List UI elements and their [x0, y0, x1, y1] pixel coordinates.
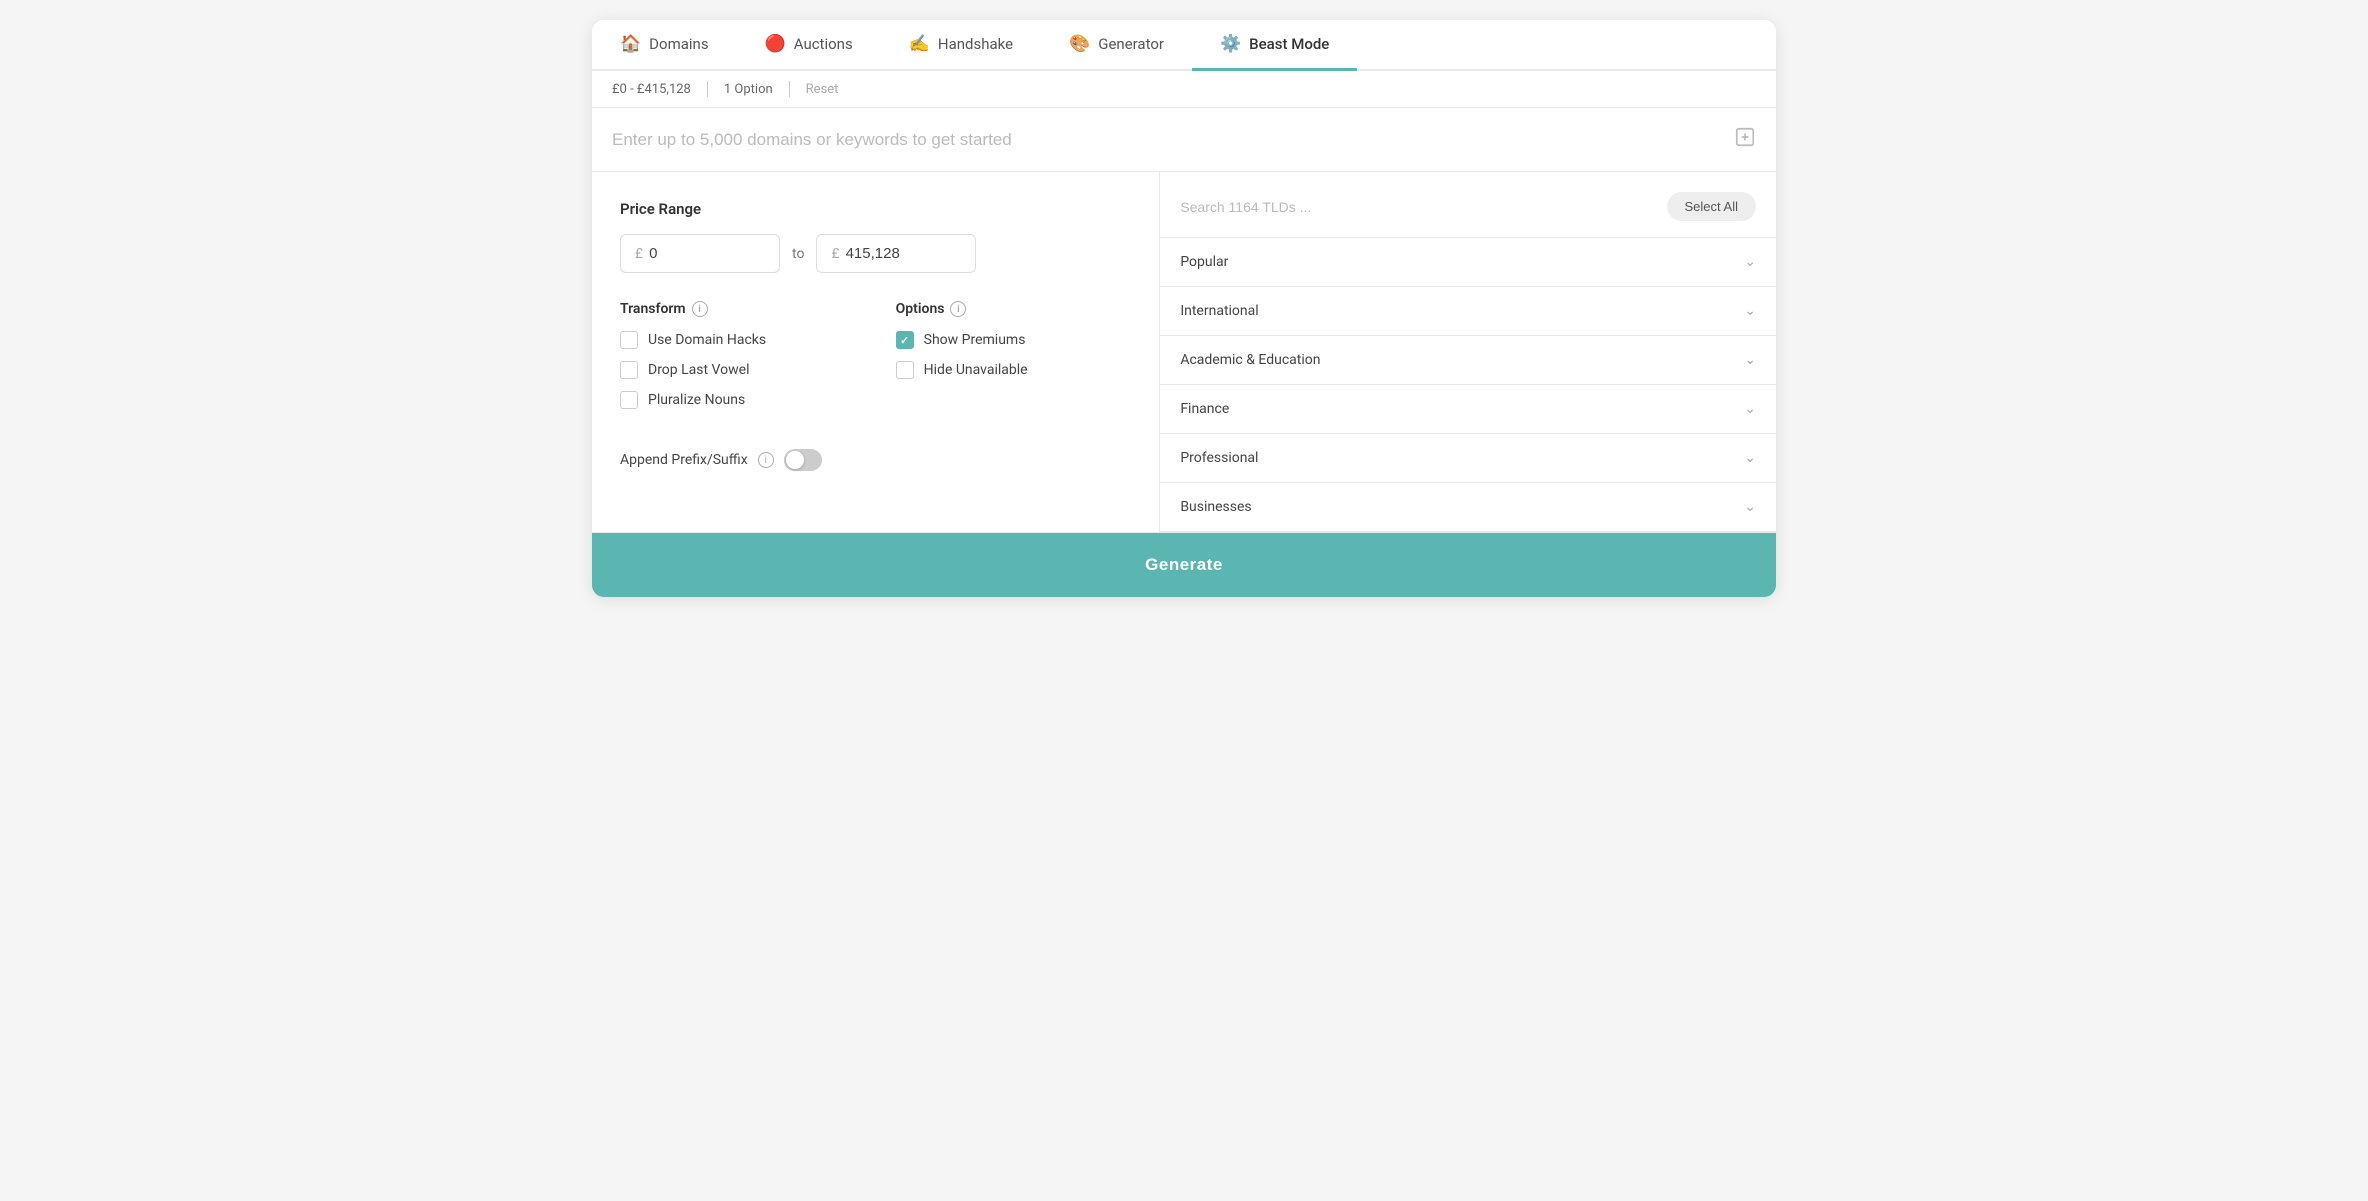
tld-category-businesses-header[interactable]: Businesses ⌄ — [1160, 483, 1776, 531]
hide-unavailable-row[interactable]: Hide Unavailable — [896, 361, 1132, 379]
tab-auctions[interactable]: 🔴 Auctions — [737, 20, 881, 71]
price-min-input[interactable] — [649, 245, 765, 262]
append-toggle[interactable] — [784, 449, 822, 471]
tld-category-professional: Professional ⌄ — [1160, 434, 1776, 483]
upload-icon[interactable] — [1734, 126, 1756, 153]
pluralize-nouns-row[interactable]: Pluralize Nouns — [620, 391, 856, 409]
price-max-input[interactable] — [846, 245, 962, 262]
options-row: Transform i Use Domain Hacks Drop Last V… — [620, 301, 1131, 421]
tld-category-academic-header[interactable]: Academic & Education ⌄ — [1160, 336, 1776, 384]
transform-info-icon[interactable]: i — [692, 301, 708, 317]
search-area — [592, 108, 1776, 172]
tld-category-international-header[interactable]: International ⌄ — [1160, 287, 1776, 335]
tld-search-input[interactable] — [1180, 199, 1654, 215]
filter-divider-2 — [789, 81, 790, 97]
app-container: 🏠 Domains 🔴 Auctions ✍️ Handshake 🎨 Gene… — [592, 20, 1776, 597]
left-panel: Price Range £ to £ Transform i — [592, 172, 1160, 532]
reset-button[interactable]: Reset — [806, 82, 839, 97]
beast-mode-icon: ⚙️ — [1220, 34, 1241, 54]
append-info-icon[interactable]: i — [758, 452, 774, 468]
chevron-popular-icon: ⌄ — [1744, 254, 1756, 270]
pluralize-nouns-checkbox[interactable] — [620, 391, 638, 409]
price-max-input-wrapper: £ — [816, 234, 976, 273]
use-domain-hacks-row[interactable]: Use Domain Hacks — [620, 331, 856, 349]
generate-button[interactable]: Generate — [592, 533, 1776, 597]
chevron-businesses-icon: ⌄ — [1744, 499, 1756, 515]
option-count-label: 1 Option — [724, 82, 773, 97]
tld-category-finance: Finance ⌄ — [1160, 385, 1776, 434]
tab-handshake[interactable]: ✍️ Handshake — [881, 20, 1041, 71]
price-to-label: to — [792, 246, 804, 262]
select-all-button[interactable]: Select All — [1667, 192, 1756, 221]
tld-category-international: International ⌄ — [1160, 287, 1776, 336]
chevron-professional-icon: ⌄ — [1744, 450, 1756, 466]
tld-category-finance-header[interactable]: Finance ⌄ — [1160, 385, 1776, 433]
price-range-row: £ to £ — [620, 234, 1131, 273]
filter-bar: £0 - £415,128 1 Option Reset — [592, 71, 1776, 108]
generator-icon: 🎨 — [1069, 34, 1090, 54]
tab-beast-mode[interactable]: ⚙️ Beast Mode — [1192, 20, 1357, 71]
tld-category-professional-header[interactable]: Professional ⌄ — [1160, 434, 1776, 482]
keyword-search-input[interactable] — [612, 130, 1734, 150]
drop-last-vowel-checkbox[interactable] — [620, 361, 638, 379]
append-label: Append Prefix/Suffix — [620, 452, 748, 468]
price-min-symbol: £ — [635, 246, 643, 262]
auctions-icon: 🔴 — [765, 34, 786, 54]
tab-domains[interactable]: 🏠 Domains — [592, 20, 737, 71]
tld-category-popular: Popular ⌄ — [1160, 238, 1776, 287]
tabs-bar: 🏠 Domains 🔴 Auctions ✍️ Handshake 🎨 Gene… — [592, 20, 1776, 71]
drop-last-vowel-row[interactable]: Drop Last Vowel — [620, 361, 856, 379]
price-max-symbol: £ — [831, 246, 839, 262]
tld-category-popular-header[interactable]: Popular ⌄ — [1160, 238, 1776, 286]
show-premiums-row[interactable]: Show Premiums — [896, 331, 1132, 349]
tld-category-businesses: Businesses ⌄ — [1160, 483, 1776, 532]
chevron-academic-icon: ⌄ — [1744, 352, 1756, 368]
tab-generator[interactable]: 🎨 Generator — [1041, 20, 1192, 71]
domains-icon: 🏠 — [620, 34, 641, 54]
options-info-icon[interactable]: i — [950, 301, 966, 317]
price-min-input-wrapper: £ — [620, 234, 780, 273]
chevron-international-icon: ⌄ — [1744, 303, 1756, 319]
tld-category-academic: Academic & Education ⌄ — [1160, 336, 1776, 385]
main-content: Price Range £ to £ Transform i — [592, 172, 1776, 533]
handshake-icon: ✍️ — [909, 34, 930, 54]
options-col: Options i Show Premiums Hide Unavailable — [896, 301, 1132, 421]
hide-unavailable-checkbox[interactable] — [896, 361, 914, 379]
transform-title: Transform i — [620, 301, 856, 317]
show-premiums-checkbox[interactable] — [896, 331, 914, 349]
transform-col: Transform i Use Domain Hacks Drop Last V… — [620, 301, 856, 421]
price-range-title: Price Range — [620, 200, 1131, 218]
right-panel: Select All Popular ⌄ International ⌄ Aca… — [1160, 172, 1776, 532]
chevron-finance-icon: ⌄ — [1744, 401, 1756, 417]
options-title: Options i — [896, 301, 1132, 317]
use-domain-hacks-checkbox[interactable] — [620, 331, 638, 349]
append-row: Append Prefix/Suffix i — [620, 449, 1131, 471]
tld-search-bar: Select All — [1160, 172, 1776, 238]
price-range-label: £0 - £415,128 — [612, 82, 691, 97]
filter-divider — [707, 81, 708, 97]
